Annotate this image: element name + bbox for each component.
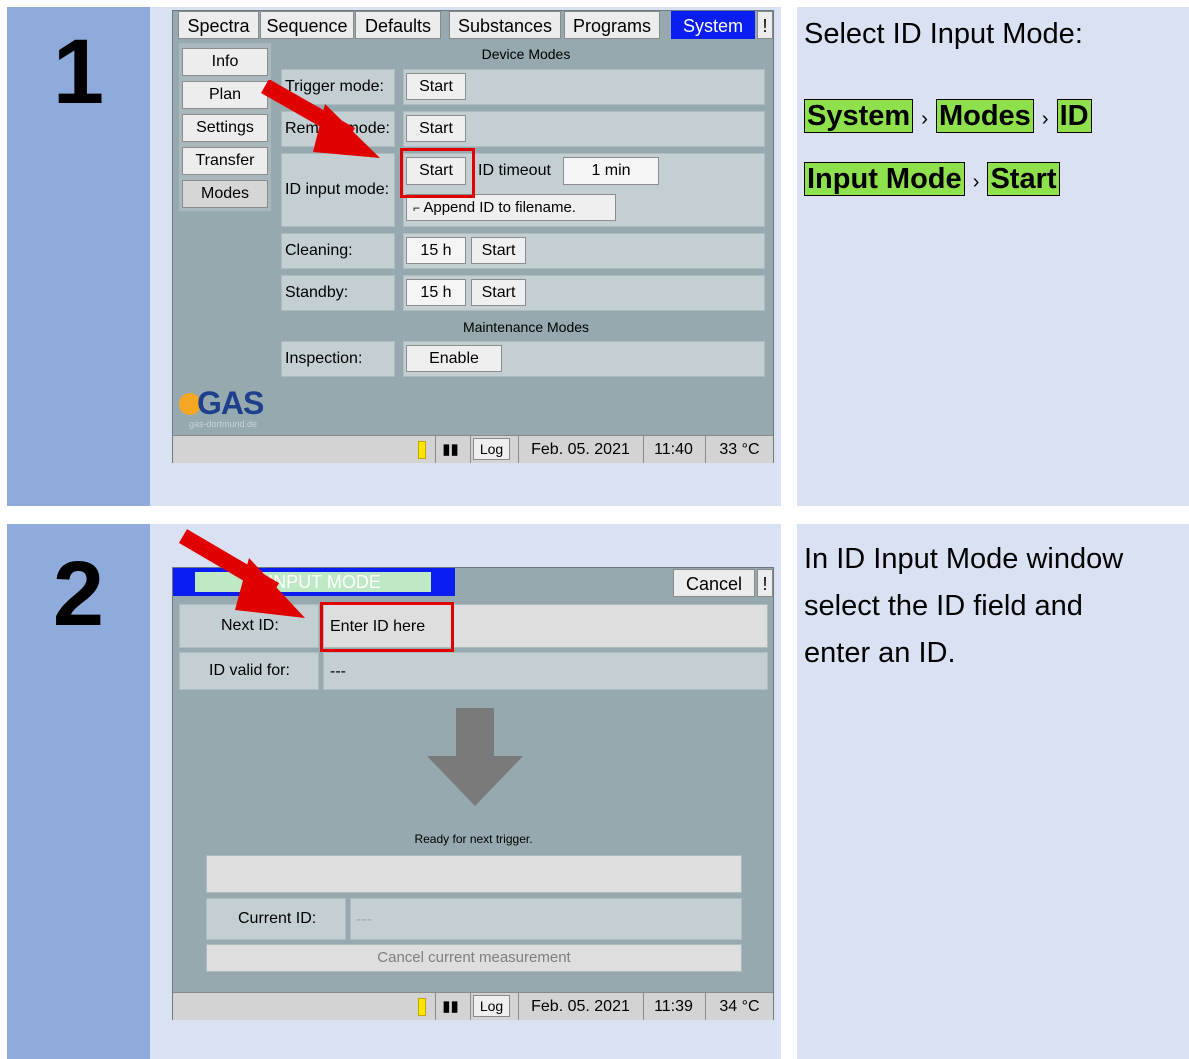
breadcrumb-separator: › [921, 108, 928, 130]
status-date: Feb. 05. 2021 [518, 436, 642, 463]
breadcrumb-system: System [804, 99, 914, 133]
status-time: 11:40 [643, 436, 703, 463]
cancel-measurement-button[interactable]: Cancel current measurement [206, 944, 742, 972]
inspection-label: Inspection: [285, 350, 363, 367]
breadcrumb-separator: › [972, 171, 980, 193]
power-plug-icon: ▮▮ [435, 436, 465, 463]
logo-text: GAS [197, 385, 264, 421]
step1-instruction-panel [797, 7, 1189, 506]
append-id-checkbox[interactable]: ⌐ Append ID to filename. [406, 194, 616, 221]
screen1-window: Spectra Sequence Defaults Substances Pro… [172, 10, 774, 463]
status-date: Feb. 05. 2021 [518, 993, 642, 1020]
id-valid-value: --- [330, 663, 346, 680]
status-temperature: 34 °C [705, 993, 773, 1020]
breadcrumb-start: Start [987, 162, 1060, 196]
breadcrumb-input-mode: Input Mode [804, 162, 965, 196]
tab-spectra[interactable]: Spectra [178, 11, 259, 39]
step1-instruction: Select ID Input Mode: [804, 18, 1083, 50]
callout-highlight-box [400, 148, 475, 198]
step2-instruction-line: enter an ID. [804, 637, 956, 670]
status-bar: ▮▮ Log Feb. 05. 2021 11:39 34 °C [173, 992, 773, 1020]
standby-start-button[interactable]: Start [471, 279, 526, 306]
step1-number: 1 [52, 21, 105, 123]
cleaning-label: Cleaning: [285, 242, 353, 259]
step2-number: 2 [52, 543, 105, 645]
status-bar: ▮▮ Log Feb. 05. 2021 11:40 33 °C [173, 435, 773, 463]
callout-highlight-box [320, 602, 454, 652]
current-id-value-cell: --- [350, 898, 742, 940]
gas-logo: GAS gas-dortmund.de [177, 383, 287, 433]
log-button[interactable]: Log [470, 436, 512, 463]
log-button-label: Log [472, 995, 511, 1017]
id-valid-value-cell: --- [323, 652, 768, 690]
status-indicator-icon [411, 436, 433, 463]
tab-defaults[interactable]: Defaults [355, 11, 441, 39]
checkbox-icon: ⌐ [413, 201, 421, 215]
side-menu-info[interactable]: Info [182, 48, 268, 76]
status-indicator-icon [411, 993, 433, 1020]
breadcrumb-modes: Modes [935, 99, 1034, 133]
screen2-window: ID INPUT MODE Cancel ! Next ID: Enter ID… [172, 567, 774, 1020]
tab-programs[interactable]: Programs [564, 11, 660, 39]
down-arrow-icon [427, 708, 523, 806]
callout-arrow-icon [178, 529, 305, 618]
cancel-button[interactable]: Cancel [673, 569, 755, 597]
id-timeout-field[interactable]: 1 min [563, 157, 659, 185]
callout-arrow-icon [261, 80, 380, 158]
append-id-label: Append ID to filename. [423, 199, 576, 216]
tab-substances[interactable]: Substances [449, 11, 561, 39]
breadcrumb-id: ID [1056, 99, 1092, 133]
tab-system[interactable]: System [671, 11, 755, 39]
help-button[interactable]: ! [757, 11, 773, 39]
status-time: 11:39 [643, 993, 703, 1020]
current-id-value: --- [356, 911, 372, 928]
standby-hours-field[interactable]: 15 h [406, 279, 466, 306]
breadcrumb: System › Modes › ID Input Mode › Start [804, 86, 1184, 212]
cleaning-start-button[interactable]: Start [471, 237, 526, 264]
id-input-mode-label: ID input mode: [285, 181, 390, 198]
trigger-start-button[interactable]: Start [406, 73, 466, 100]
step2-instruction: In ID Input Mode window select the ID fi… [804, 532, 1123, 681]
breadcrumb-separator: › [1041, 108, 1049, 130]
log-button[interactable]: Log [470, 993, 512, 1020]
device-modes-title: Device Modes [481, 46, 571, 62]
id-valid-label: ID valid for: [209, 662, 290, 679]
id-timeout-label: ID timeout [478, 162, 551, 179]
maintenance-modes-title: Maintenance Modes [462, 319, 590, 335]
current-id-label: Current ID: [238, 910, 317, 927]
trigger-message-box [206, 855, 742, 893]
ready-status-text: Ready for next trigger. [414, 832, 533, 846]
cleaning-hours-field[interactable]: 15 h [406, 237, 466, 264]
status-temperature: 33 °C [705, 436, 773, 463]
log-button-label: Log [472, 438, 511, 460]
help-button[interactable]: ! [757, 569, 773, 597]
tab-sequence[interactable]: Sequence [260, 11, 354, 39]
side-menu-modes[interactable]: Modes [182, 180, 268, 208]
inspection-enable-button[interactable]: Enable [406, 345, 502, 372]
power-plug-icon: ▮▮ [435, 993, 465, 1020]
logo-subtext: gas-dortmund.de [189, 419, 258, 429]
remote-start-button[interactable]: Start [406, 115, 466, 142]
standby-label: Standby: [285, 284, 349, 301]
